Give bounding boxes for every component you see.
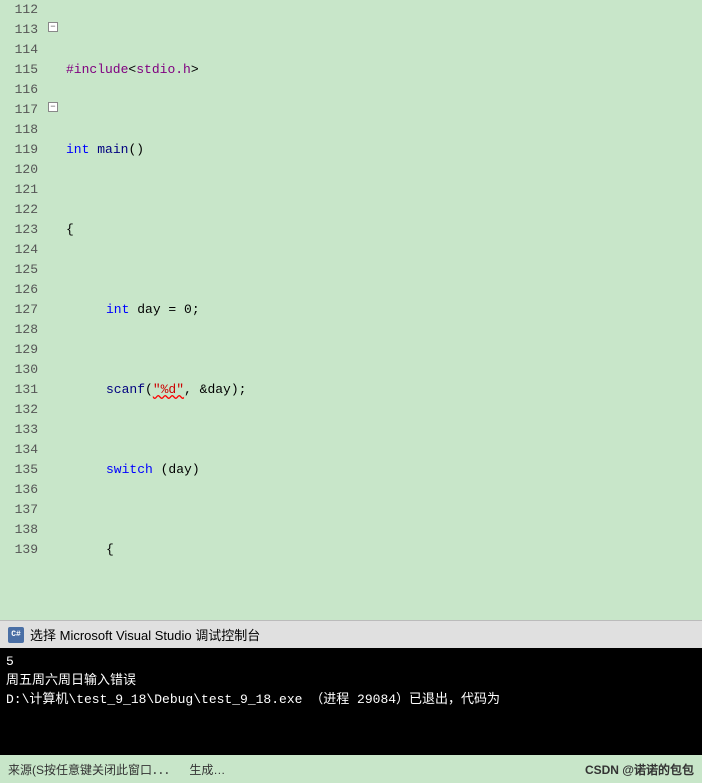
console-output-3: D:\计算机\test_9_18\Debug\test_9_18.exe （进程…	[6, 690, 696, 709]
console-area: 5 周五周六周日输入错误 D:\计算机\test_9_18\Debug\test…	[0, 648, 702, 755]
collapse-column: − −	[46, 0, 62, 620]
ln-126: 126	[0, 280, 38, 300]
line-numbers: 112 113 114 115 116 117 118 119 120 121 …	[0, 0, 46, 620]
ln-117: 117	[0, 100, 38, 120]
console-header: C# 选择 Microsoft Visual Studio 调试控制台	[0, 620, 702, 648]
console-output-1: 5	[6, 652, 696, 671]
ln-116: 116	[0, 80, 38, 100]
code-line-115: int day = 0;	[66, 300, 702, 320]
ln-125: 125	[0, 260, 38, 280]
generate-label: 生成…	[189, 763, 225, 777]
ln-112: 112	[0, 0, 38, 20]
ln-114: 114	[0, 40, 38, 60]
ln-139: 139	[0, 540, 38, 560]
ln-129: 129	[0, 340, 38, 360]
ln-132: 132	[0, 400, 38, 420]
ln-128: 128	[0, 320, 38, 340]
ln-119: 119	[0, 140, 38, 160]
code-line-113: int main()	[66, 140, 702, 160]
ln-120: 120	[0, 160, 38, 180]
ln-121: 121	[0, 180, 38, 200]
ln-118: 118	[0, 120, 38, 140]
ln-135: 135	[0, 460, 38, 480]
ln-136: 136	[0, 480, 38, 500]
code-line-112: #include<stdio.h>	[66, 60, 702, 80]
ln-134: 134	[0, 440, 38, 460]
console-output-2: 周五周六周日输入错误	[6, 671, 696, 690]
vs-icon: C#	[8, 627, 24, 643]
collapse-main-icon[interactable]: −	[48, 22, 58, 32]
ln-127: 127	[0, 300, 38, 320]
ln-133: 133	[0, 420, 38, 440]
footer-area: 来源(S按任意键关闭此窗口．．． 生成… CSDN @诺诺的包包	[0, 755, 702, 783]
ln-130: 130	[0, 360, 38, 380]
ln-137: 137	[0, 500, 38, 520]
ln-138: 138	[0, 520, 38, 540]
console-title: 选择 Microsoft Visual Studio 调试控制台	[30, 625, 260, 644]
ln-124: 124	[0, 240, 38, 260]
footer-right-text: CSDN @诺诺的包包	[585, 761, 694, 778]
code-line-114: {	[66, 220, 702, 240]
code-line-118: {	[66, 540, 702, 560]
code-line-117: switch (day)	[66, 460, 702, 480]
editor-area: 112 113 114 115 116 117 118 119 120 121 …	[0, 0, 702, 620]
ln-123: 123	[0, 220, 38, 240]
ln-115: 115	[0, 60, 38, 80]
ln-113: 113	[0, 20, 38, 40]
ln-122: 122	[0, 200, 38, 220]
code-line-116: scanf("%d", &day);	[66, 380, 702, 400]
code-content: #include<stdio.h> int main() { int day =…	[62, 0, 702, 620]
collapse-switch-icon[interactable]: −	[48, 102, 58, 112]
footer-left-text: 来源(S按任意键关闭此窗口．．． 生成…	[8, 761, 225, 778]
ln-131: 131	[0, 380, 38, 400]
